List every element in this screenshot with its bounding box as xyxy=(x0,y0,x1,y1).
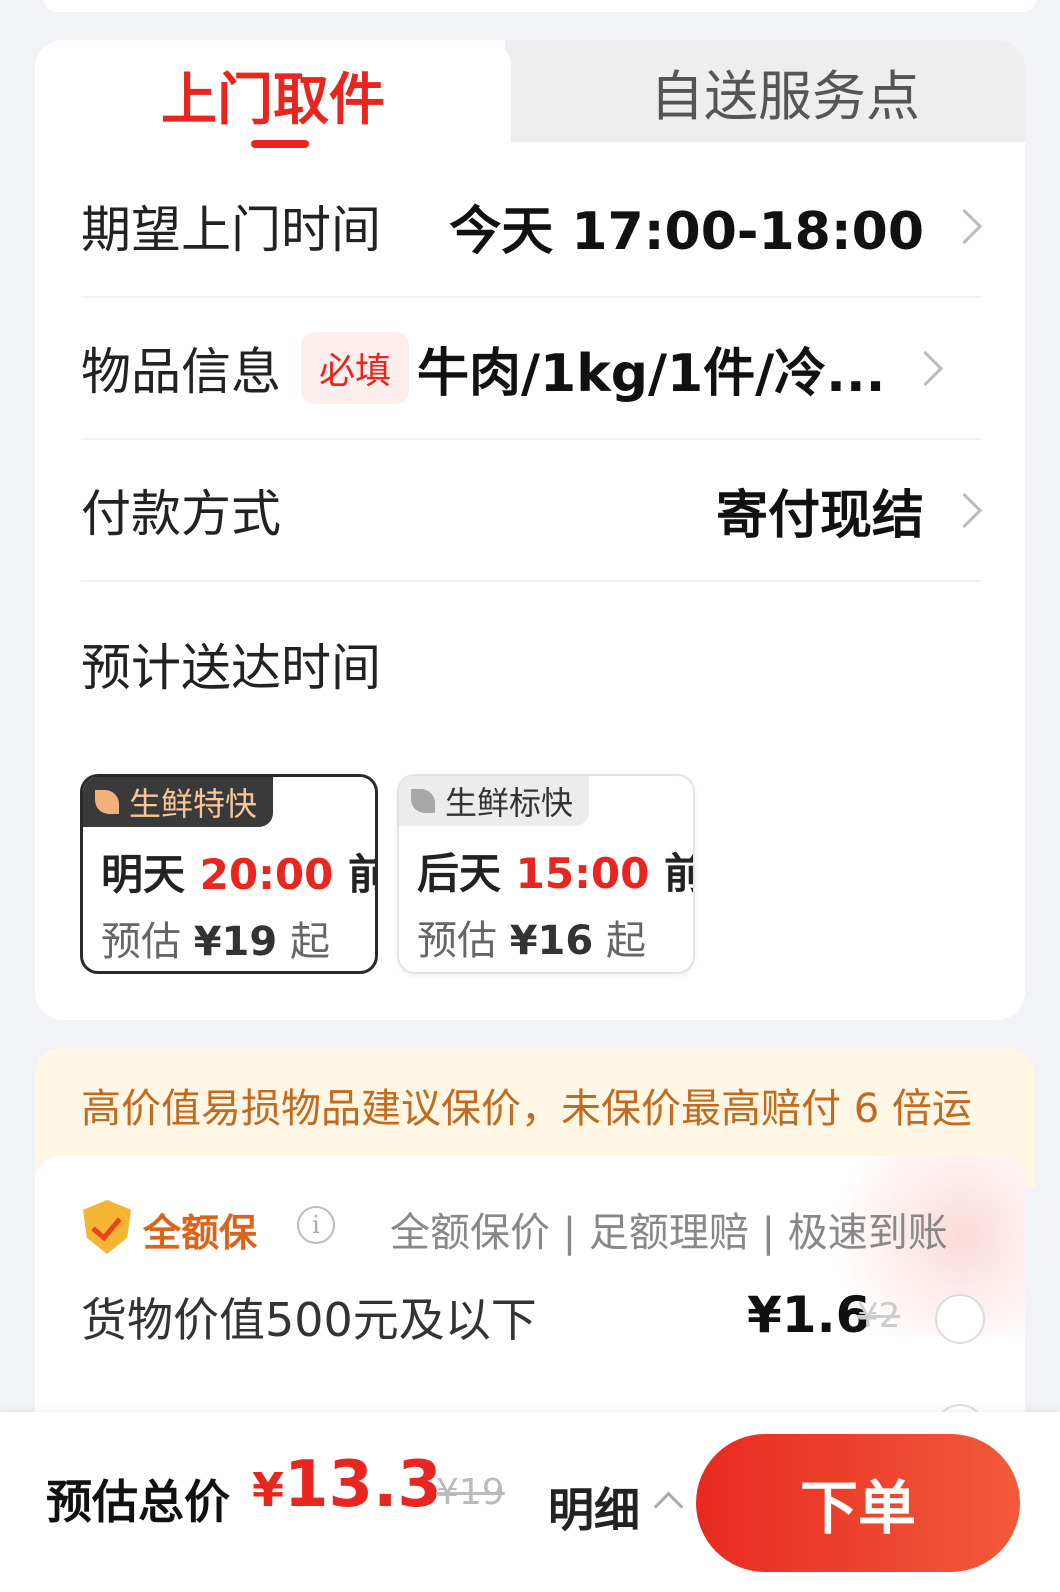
total-value: 13.3 xyxy=(284,1448,442,1522)
option-time-suffix: 前 xyxy=(664,849,693,898)
tab-pickup-label: 上门取件 xyxy=(161,67,385,133)
option-price-value: ¥16 xyxy=(509,918,594,964)
shipping-form-card: 自送服务点 上门取件 期望上门时间 今天 17:00-18:00 物品信息 必填… xyxy=(35,40,1025,1020)
item-info-row[interactable]: 物品信息 必填 牛肉/1kg/1件/冷... xyxy=(81,298,981,438)
option-time-suffix: 前 xyxy=(348,850,375,899)
tab-self-drop[interactable]: 自送服务点 xyxy=(505,40,1025,142)
payment-value: 寄付现结 xyxy=(715,485,924,546)
place-order-button[interactable]: 下单 xyxy=(696,1434,1020,1572)
insurance-notice-text: 高价值易损物品建议保价，未保价最高赔付 6 倍运 xyxy=(81,1086,972,1132)
chevron-right-icon xyxy=(908,350,944,386)
option-price-prefix: 预估 xyxy=(101,919,181,965)
chevron-right-icon xyxy=(946,208,983,244)
option-price: 预估 ¥19 起 xyxy=(101,909,330,967)
option-time-value: 15:00 xyxy=(515,849,650,898)
option-time: 明天 20:00 前 xyxy=(101,841,375,902)
option-day: 明天 xyxy=(101,850,186,899)
pickup-time-value: 今天 17:00-18:00 xyxy=(449,201,924,262)
currency-symbol: ¥ xyxy=(252,1463,285,1517)
total-label: 预估总价 xyxy=(46,1475,230,1529)
tab-self-drop-label: 自送服务点 xyxy=(650,64,920,128)
insurance-features: 全额保价 | 足额理赔 | 极速到账 xyxy=(390,1210,948,1256)
flame-icon xyxy=(95,790,119,814)
original-price: ¥19 xyxy=(436,1472,505,1513)
chevron-right-icon xyxy=(946,492,983,528)
insurance-tier-original-price: ¥2 xyxy=(857,1296,901,1336)
option-tag-label: 生鲜特快 xyxy=(129,785,258,823)
shield-icon xyxy=(83,1200,131,1254)
delivery-time-title: 预计送达时间 xyxy=(81,639,381,697)
insurance-name: 全额保 xyxy=(143,1211,258,1255)
total-price: ¥13.3 xyxy=(252,1448,442,1522)
insurance-tier-price: ¥1.6 xyxy=(747,1286,871,1344)
option-price-suffix: 起 xyxy=(289,919,330,965)
option-price-suffix: 起 xyxy=(605,918,646,964)
price-detail-toggle[interactable]: 明细 xyxy=(548,1474,640,1540)
item-info-value: 牛肉/1kg/1件/冷... xyxy=(417,343,886,404)
insurance-card: 全额保 i 全额保价 | 足额理赔 | 极速到账 货物价值500元及以下 ¥1.… xyxy=(35,1156,1025,1456)
tab-active-indicator xyxy=(251,140,309,148)
delivery-option-express[interactable]: 生鲜特快 明天 20:00 前 预估 ¥19 起 xyxy=(80,774,378,974)
previous-card-edge xyxy=(44,0,1036,12)
divider xyxy=(81,580,981,582)
option-time-value: 20:00 xyxy=(199,850,334,899)
flame-icon xyxy=(411,789,435,813)
info-icon[interactable]: i xyxy=(297,1206,335,1244)
insurance-tier-radio[interactable] xyxy=(935,1294,985,1344)
option-tag: 生鲜标快 xyxy=(399,776,590,826)
option-tag-label: 生鲜标快 xyxy=(445,784,574,822)
payment-row[interactable]: 付款方式 寄付现结 xyxy=(81,440,983,580)
item-info-label: 物品信息 xyxy=(81,343,281,401)
payment-label: 付款方式 xyxy=(81,485,281,543)
chevron-up-icon[interactable] xyxy=(653,1491,684,1522)
delivery-option-standard[interactable]: 生鲜标快 后天 15:00 前 预估 ¥16 起 xyxy=(397,774,695,974)
option-price-prefix: 预估 xyxy=(417,918,497,964)
option-price-value: ¥19 xyxy=(193,919,278,965)
bottom-bar: 预估总价 ¥13.3 ¥19 明细 下单 xyxy=(0,1412,1060,1592)
pickup-time-row[interactable]: 期望上门时间 今天 17:00-18:00 xyxy=(81,156,983,296)
option-price: 预估 ¥16 起 xyxy=(417,908,646,966)
insurance-tier-label: 货物价值500元及以下 xyxy=(81,1293,537,1347)
option-tag: 生鲜特快 xyxy=(83,777,274,827)
required-badge: 必填 xyxy=(301,332,410,404)
option-day: 后天 xyxy=(417,849,502,898)
option-time: 后天 15:00 前 xyxy=(417,840,693,901)
tab-pickup[interactable]: 上门取件 xyxy=(35,40,511,150)
pickup-time-label: 期望上门时间 xyxy=(81,201,381,259)
